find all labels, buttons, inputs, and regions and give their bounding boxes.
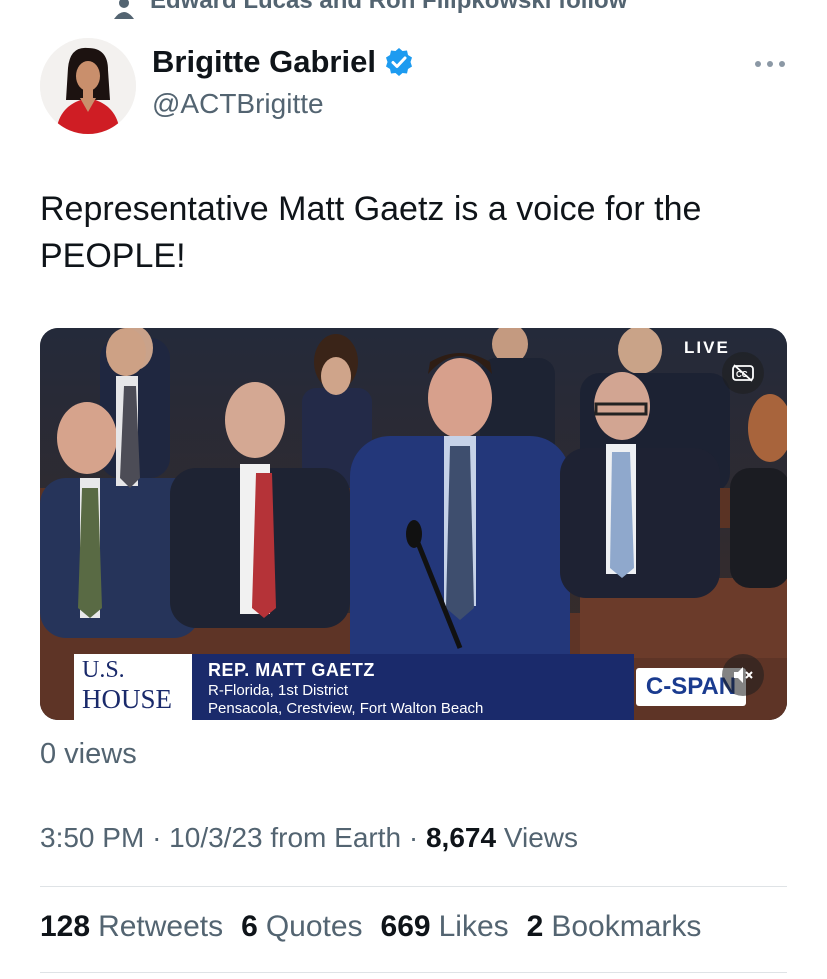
likes-stat[interactable]: 669 Likes bbox=[381, 910, 509, 944]
person-icon bbox=[114, 0, 134, 19]
tweet-text: Representative Matt Gaetz is a voice for… bbox=[40, 190, 702, 275]
engagement-stats: 128 Retweets 6 Quotes 669 Likes 2 Bookma… bbox=[40, 910, 701, 944]
speaker-name: REP. MATT GAETZ bbox=[208, 660, 375, 680]
social-context[interactable]: Edward Lucas and Ron Filipkowski follow bbox=[112, 0, 628, 19]
muted-speaker-icon bbox=[734, 667, 753, 683]
author-name-row[interactable]: Brigitte Gabriel bbox=[152, 44, 414, 80]
divider bbox=[40, 886, 787, 887]
bookmarks-stat[interactable]: 2 Bookmarks bbox=[527, 910, 702, 944]
separator-dot: · bbox=[408, 822, 426, 853]
quotes-stat[interactable]: 6 Quotes bbox=[241, 910, 362, 944]
bookmarks-label: Bookmarks bbox=[551, 910, 702, 943]
social-context-text: Edward Lucas and Ron Filipkowski follow bbox=[150, 0, 628, 14]
video-player[interactable]: LIVE CC U.S. HOUSE REP. MATT GAETZ R-Flo… bbox=[40, 328, 787, 720]
bookmarks-count: 2 bbox=[526, 910, 544, 943]
retweets-count: 128 bbox=[40, 910, 91, 943]
retweets-label: Retweets bbox=[98, 910, 224, 943]
tweet-date[interactable]: 10/3/23 bbox=[169, 822, 262, 853]
divider bbox=[40, 972, 787, 973]
tweet-metadata: 3:50 PM · 10/3/23 from Earth · 8,674 Vie… bbox=[40, 822, 578, 854]
views-number: 8,674 bbox=[425, 822, 497, 853]
likes-label: Likes bbox=[438, 910, 509, 943]
captions-button[interactable]: CC bbox=[722, 352, 764, 394]
views-label: Views bbox=[503, 822, 579, 853]
speaker-district: R-Florida, 1st District bbox=[208, 682, 349, 699]
quotes-count: 6 bbox=[241, 910, 258, 943]
house-logo-line1: U.S. bbox=[82, 657, 125, 683]
tweet-time[interactable]: 3:50 PM bbox=[40, 822, 144, 853]
likes-count: 669 bbox=[380, 910, 431, 943]
video-view-count: 0 views bbox=[40, 738, 137, 770]
quotes-label: Quotes bbox=[265, 910, 363, 943]
speaker-cities: Pensacola, Crestview, Fort Walton Beach bbox=[208, 700, 484, 717]
verified-badge-icon bbox=[385, 48, 412, 76]
author-handle[interactable]: @ACTBrigitte bbox=[152, 88, 324, 120]
lower-third-banner: U.S. HOUSE REP. MATT GAETZ R-Florida, 1s… bbox=[74, 654, 634, 720]
tweet-source: from Earth bbox=[270, 822, 402, 853]
house-logo-line2: HOUSE bbox=[82, 684, 173, 714]
more-horizontal-icon[interactable] bbox=[752, 56, 788, 72]
mute-button[interactable] bbox=[722, 654, 764, 696]
separator-dot: · bbox=[152, 822, 170, 853]
us-house-logo: U.S. HOUSE bbox=[74, 654, 192, 720]
avatar[interactable] bbox=[40, 38, 136, 134]
display-name[interactable]: Brigitte Gabriel bbox=[152, 44, 376, 80]
live-badge: LIVE bbox=[684, 338, 730, 357]
captions-off-icon: CC bbox=[732, 364, 754, 382]
retweets-stat[interactable]: 128 Retweets bbox=[40, 910, 223, 944]
